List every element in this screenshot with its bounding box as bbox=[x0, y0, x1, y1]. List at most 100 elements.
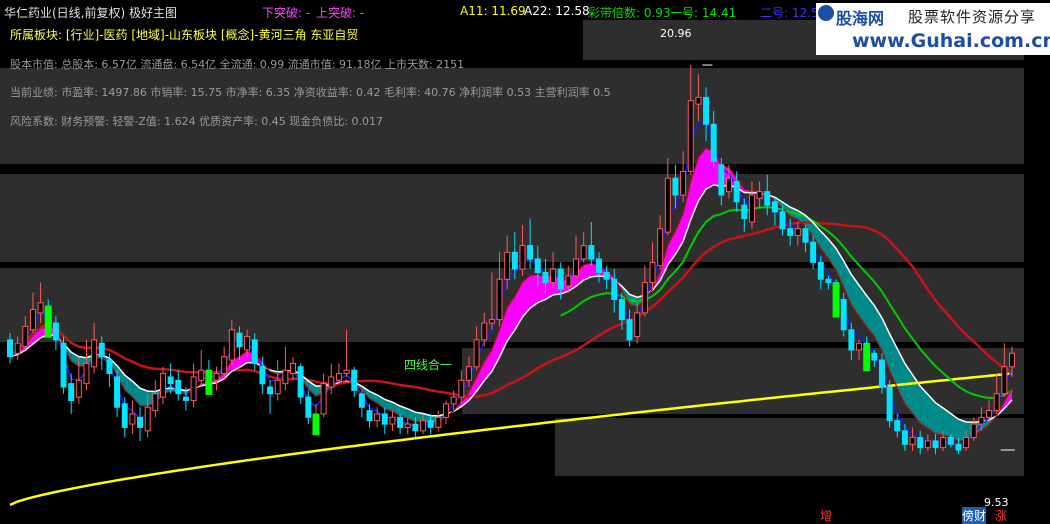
candle-body bbox=[917, 437, 924, 449]
chart-title: 华仁药业(日线,前复权) 极好主图 bbox=[4, 6, 177, 20]
candle bbox=[840, 292, 847, 337]
candle-body bbox=[29, 309, 36, 331]
candle-body bbox=[573, 258, 580, 277]
break-up-label: 上突破: - bbox=[316, 6, 365, 20]
candle-body bbox=[680, 170, 687, 196]
candle-body bbox=[182, 396, 189, 401]
candle-body bbox=[611, 278, 618, 300]
candle-body bbox=[511, 251, 518, 270]
candle-body bbox=[726, 177, 732, 193]
candle-body bbox=[106, 359, 113, 375]
site-logo[interactable]: 股海网 股票软件资源分享 www.Guhai.com.cn bbox=[816, 3, 1050, 55]
candle-body bbox=[420, 420, 427, 432]
candle-body bbox=[527, 245, 534, 260]
candle-body bbox=[290, 362, 296, 375]
candle-body bbox=[840, 298, 847, 331]
line1-value: 一号: 14.41 bbox=[670, 6, 737, 20]
candle bbox=[114, 370, 121, 418]
candle-body bbox=[60, 342, 67, 388]
candle-body bbox=[580, 245, 587, 260]
candle-body bbox=[450, 396, 457, 405]
candle-body bbox=[932, 440, 939, 449]
candle bbox=[389, 410, 396, 431]
candle-body bbox=[328, 376, 335, 388]
candle-body bbox=[374, 413, 381, 422]
candle-body bbox=[251, 339, 258, 364]
candle-body bbox=[626, 319, 633, 341]
candle-body bbox=[14, 342, 21, 354]
candle-body bbox=[267, 386, 274, 395]
risk-info: 风险系数: 财务预警: 轻警-Z值: 1.624 优质资产率: 0.45 现金负… bbox=[10, 115, 383, 128]
candle-body bbox=[687, 100, 694, 172]
candle-body bbox=[657, 228, 664, 267]
candle-body bbox=[986, 410, 993, 418]
candle bbox=[886, 380, 893, 428]
candle-body bbox=[947, 437, 954, 445]
candle-body bbox=[137, 416, 144, 428]
main-chart[interactable] bbox=[0, 0, 1050, 521]
candle-body bbox=[22, 325, 29, 348]
candle bbox=[159, 366, 166, 404]
candle-body bbox=[504, 251, 511, 280]
candle-body bbox=[771, 201, 778, 213]
candle-body bbox=[496, 278, 503, 321]
candle-body bbox=[389, 416, 396, 425]
candle-body bbox=[588, 245, 595, 260]
candle-body bbox=[878, 359, 885, 388]
signal-bar bbox=[44, 306, 52, 338]
candle bbox=[60, 336, 67, 394]
candle-body bbox=[274, 379, 281, 395]
candle-body bbox=[190, 376, 197, 401]
candle-body bbox=[886, 386, 893, 422]
candle-body bbox=[641, 282, 648, 314]
candle-body bbox=[68, 383, 75, 401]
signal-bar bbox=[312, 413, 320, 436]
candle bbox=[496, 252, 503, 327]
candle bbox=[198, 349, 205, 388]
candle-body bbox=[221, 356, 228, 375]
signal-bar bbox=[205, 370, 213, 395]
candle bbox=[297, 363, 304, 404]
signal-bar bbox=[832, 282, 840, 318]
candle-body bbox=[993, 393, 1000, 412]
candle-body bbox=[488, 319, 495, 324]
candle-body bbox=[366, 410, 373, 422]
candle-body bbox=[901, 430, 908, 445]
candle-body bbox=[282, 369, 289, 385]
market-cap-info: 股本市值: 总股本: 6.57亿 流通盘: 6.54亿 全流通: 0.99 流通… bbox=[10, 58, 465, 71]
signal-bar bbox=[863, 343, 871, 372]
candle-body bbox=[741, 204, 748, 220]
candle-body bbox=[244, 335, 251, 351]
candle-body bbox=[397, 416, 404, 428]
candle-body bbox=[703, 96, 710, 125]
candle-body bbox=[175, 379, 182, 395]
candle-body bbox=[7, 339, 13, 358]
candle-body bbox=[565, 275, 572, 287]
zeng-label: 增 bbox=[820, 509, 833, 523]
candle-body bbox=[236, 332, 243, 348]
candle bbox=[404, 417, 411, 435]
candle bbox=[320, 373, 327, 418]
candle-body bbox=[618, 298, 625, 321]
sector-info: 所属板块: [行业]-医药 [地域]-山东板块 [概念]-黄河三角 东亚自贸 bbox=[10, 28, 359, 42]
candle-body bbox=[144, 406, 151, 432]
candle bbox=[213, 366, 220, 391]
candle-body bbox=[634, 312, 641, 337]
candle-body bbox=[297, 366, 304, 398]
candle-body bbox=[550, 268, 557, 284]
candle bbox=[137, 407, 144, 441]
candle bbox=[366, 403, 373, 428]
four-lines-label: 四线合一 bbox=[404, 358, 453, 372]
candle bbox=[129, 400, 136, 435]
candle-body bbox=[259, 366, 266, 385]
candle bbox=[152, 380, 159, 418]
candle-body bbox=[152, 393, 159, 412]
candle-body bbox=[817, 261, 824, 280]
candle-body bbox=[114, 376, 121, 408]
candle-body bbox=[603, 272, 610, 280]
candle-body bbox=[37, 302, 44, 314]
a22-value: A22: 12.58 bbox=[524, 4, 590, 18]
candle-body bbox=[664, 177, 671, 233]
candle-body bbox=[940, 437, 947, 449]
candle-body bbox=[351, 369, 358, 391]
